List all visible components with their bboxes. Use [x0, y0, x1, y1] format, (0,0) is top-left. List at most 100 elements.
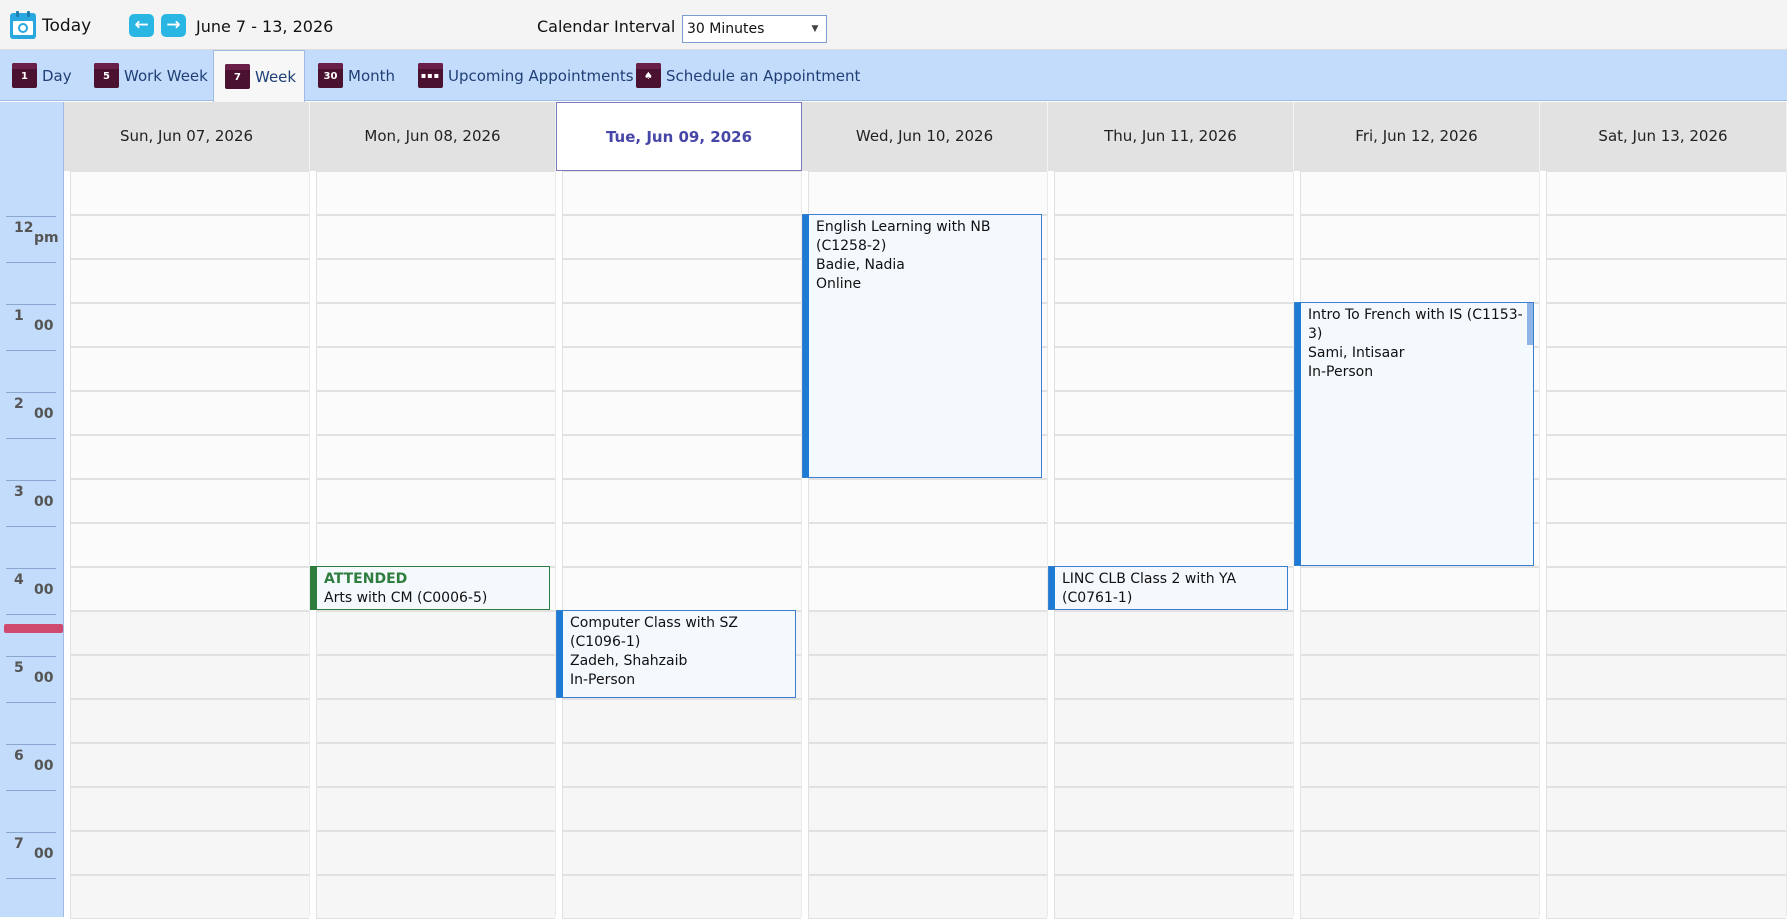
time-slot[interactable]: [1546, 787, 1786, 831]
time-slot[interactable]: [562, 567, 801, 611]
time-slot[interactable]: [70, 611, 309, 655]
time-slot[interactable]: [562, 259, 801, 303]
time-slot[interactable]: [316, 215, 555, 259]
appointment-arts[interactable]: ATTENDED Arts with CM (C0006-5): [310, 566, 550, 610]
time-slot[interactable]: [316, 787, 555, 831]
time-slot[interactable]: [1054, 259, 1293, 303]
time-slot[interactable]: [1054, 479, 1293, 523]
time-slot[interactable]: [1054, 303, 1293, 347]
time-slot[interactable]: [1546, 171, 1786, 215]
time-slot[interactable]: [808, 567, 1047, 611]
day-header[interactable]: Sat, Jun 13, 2026: [1540, 102, 1787, 171]
time-slot[interactable]: [1546, 435, 1786, 479]
time-slot[interactable]: [1546, 479, 1786, 523]
time-slot[interactable]: [1054, 215, 1293, 259]
time-slot[interactable]: [1300, 699, 1539, 743]
time-slot[interactable]: [70, 523, 309, 567]
day-header-today[interactable]: Tue, Jun 09, 2026: [556, 102, 802, 171]
tab-month[interactable]: 30 Month: [318, 50, 395, 101]
time-slot[interactable]: [1054, 435, 1293, 479]
time-slot[interactable]: [1546, 743, 1786, 787]
interval-select[interactable]: 30 Minutes ▼: [682, 15, 827, 43]
time-slot[interactable]: [1546, 215, 1786, 259]
time-slot[interactable]: [1054, 875, 1293, 919]
arrow-left-icon[interactable]: ←: [129, 14, 154, 37]
time-slot[interactable]: [1546, 875, 1786, 919]
time-slot[interactable]: [70, 215, 309, 259]
time-slot[interactable]: [562, 743, 801, 787]
time-slot[interactable]: [808, 523, 1047, 567]
time-slot[interactable]: [70, 391, 309, 435]
time-slot[interactable]: [1546, 655, 1786, 699]
time-slot[interactable]: [1300, 215, 1539, 259]
time-slot[interactable]: [1300, 259, 1539, 303]
time-slot[interactable]: [1546, 567, 1786, 611]
time-slot[interactable]: [1300, 611, 1539, 655]
day-header[interactable]: Fri, Jun 12, 2026: [1294, 102, 1540, 171]
time-slot[interactable]: [1054, 787, 1293, 831]
time-slot[interactable]: [562, 347, 801, 391]
time-slot[interactable]: [1300, 655, 1539, 699]
time-slot[interactable]: [1300, 787, 1539, 831]
time-slot[interactable]: [316, 743, 555, 787]
time-slot[interactable]: [1054, 171, 1293, 215]
time-slot[interactable]: [1546, 303, 1786, 347]
time-slot[interactable]: [1300, 831, 1539, 875]
time-slot[interactable]: [562, 303, 801, 347]
time-slot[interactable]: [1054, 831, 1293, 875]
arrow-right-icon[interactable]: →: [161, 14, 186, 37]
time-slot[interactable]: [562, 171, 801, 215]
time-slot[interactable]: [70, 787, 309, 831]
time-slot[interactable]: [808, 479, 1047, 523]
time-slot[interactable]: [316, 347, 555, 391]
time-slot[interactable]: [70, 655, 309, 699]
time-slot[interactable]: [1546, 699, 1786, 743]
day-header[interactable]: Mon, Jun 08, 2026: [310, 102, 556, 171]
time-slot[interactable]: [808, 655, 1047, 699]
time-slot[interactable]: [1054, 611, 1293, 655]
time-slot[interactable]: [70, 435, 309, 479]
time-slot[interactable]: [1054, 523, 1293, 567]
day-header[interactable]: Sun, Jun 07, 2026: [64, 102, 310, 171]
time-slot[interactable]: [808, 743, 1047, 787]
time-slot[interactable]: [316, 875, 555, 919]
time-slot[interactable]: [808, 611, 1047, 655]
time-slot[interactable]: [808, 787, 1047, 831]
time-slot[interactable]: [70, 347, 309, 391]
appointment-english-learning[interactable]: English Learning with NB (C1258-2) Badie…: [802, 214, 1042, 478]
time-slot[interactable]: [1054, 655, 1293, 699]
appointment-intro-french[interactable]: Intro To French with IS (C1153-3) Sami, …: [1294, 302, 1534, 566]
time-slot[interactable]: [1054, 699, 1293, 743]
time-slot[interactable]: [316, 303, 555, 347]
day-header[interactable]: Thu, Jun 11, 2026: [1048, 102, 1294, 171]
time-slot[interactable]: [70, 479, 309, 523]
time-slot[interactable]: [70, 699, 309, 743]
time-slot[interactable]: [316, 391, 555, 435]
time-slot[interactable]: [808, 831, 1047, 875]
time-slot[interactable]: [70, 171, 309, 215]
time-slot[interactable]: [70, 303, 309, 347]
time-slot[interactable]: [316, 655, 555, 699]
time-slot[interactable]: [1054, 347, 1293, 391]
day-header[interactable]: Wed, Jun 10, 2026: [802, 102, 1048, 171]
time-slot[interactable]: [1054, 391, 1293, 435]
time-slot[interactable]: [70, 259, 309, 303]
time-slot[interactable]: [562, 435, 801, 479]
time-slot[interactable]: [70, 875, 309, 919]
time-slot[interactable]: [1300, 875, 1539, 919]
time-slot[interactable]: [562, 479, 801, 523]
tab-work-week[interactable]: 5 Work Week: [94, 50, 208, 101]
time-slot[interactable]: [808, 171, 1047, 215]
time-slot[interactable]: [316, 479, 555, 523]
tab-schedule-appointment[interactable]: ♠ Schedule an Appointment: [636, 50, 860, 101]
time-slot[interactable]: [1546, 831, 1786, 875]
time-slot[interactable]: [316, 699, 555, 743]
time-slot[interactable]: [1546, 611, 1786, 655]
today-button[interactable]: Today: [10, 11, 91, 40]
time-slot[interactable]: [316, 611, 555, 655]
time-slot[interactable]: [316, 523, 555, 567]
time-slot[interactable]: [316, 435, 555, 479]
time-slot[interactable]: [1300, 743, 1539, 787]
time-slot[interactable]: [562, 699, 801, 743]
time-slot[interactable]: [562, 787, 801, 831]
